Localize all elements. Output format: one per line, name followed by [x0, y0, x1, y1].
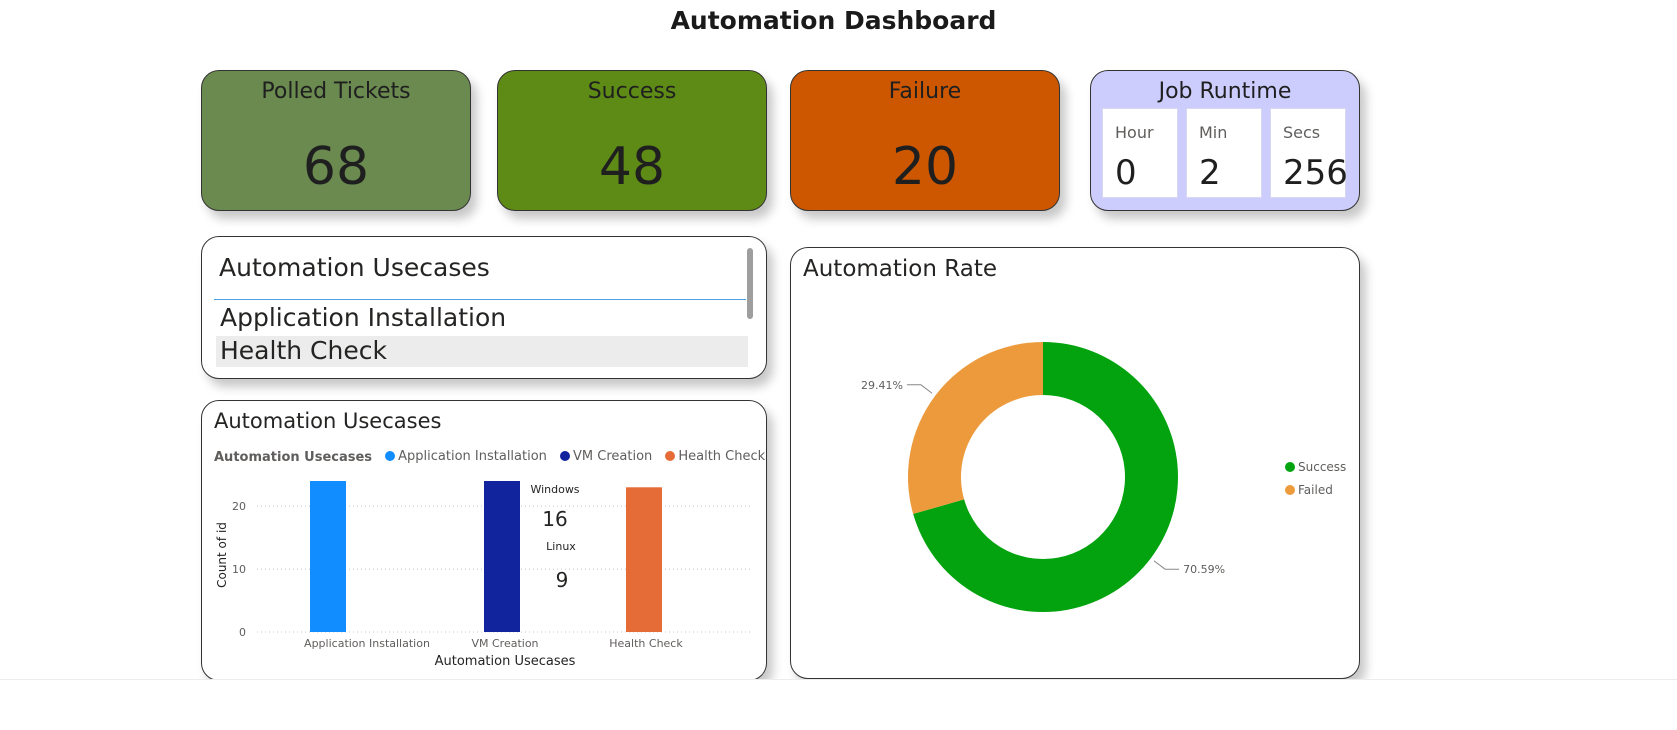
runtime-secs-cell: Secs 256 — [1270, 108, 1348, 198]
donut-data-label: 29.41% — [861, 379, 903, 392]
bar-annotation-windows-value: 16 — [542, 507, 567, 531]
bar-application-installation[interactable] — [310, 481, 346, 632]
automation-rate-donut: 70.59% 29.41% Success Failed — [861, 342, 1346, 612]
runtime-secs-label: Secs — [1283, 123, 1321, 142]
donut-data-label: 70.59% — [1183, 563, 1225, 576]
y-axis-label: Count of id — [215, 522, 229, 588]
bar-annotation-linux-label: Linux — [546, 540, 576, 553]
page-title: Automation Dashboard — [670, 6, 997, 35]
failure-label: Failure — [888, 79, 962, 104]
polled-tickets-label: Polled Tickets — [261, 79, 411, 104]
y-tick-label: 20 — [232, 500, 246, 513]
legend-dot-icon — [1285, 462, 1295, 472]
runtime-min-cell: Min 2 — [1186, 108, 1262, 198]
donut-legend-failed: Failed — [1298, 483, 1333, 497]
page-bottom-strip — [0, 679, 1677, 730]
job-runtime-card[interactable]: Job Runtime Hour 0 Min 2 Secs 256 — [1090, 70, 1360, 211]
bar-chart: Windows 16 Linux 9 Automation Usecases C… — [215, 481, 752, 669]
polled-tickets-value: 68 — [302, 137, 370, 197]
donut-leader-line — [1153, 560, 1180, 570]
slicer-item-health-check[interactable]: Health Check — [216, 336, 748, 367]
success-value: 48 — [598, 137, 666, 197]
x-tick-label: Health Check — [609, 637, 683, 650]
bar-health-check[interactable] — [626, 487, 662, 632]
runtime-hour-cell: Hour 0 — [1102, 108, 1178, 198]
x-tick-label: Application Installation — [304, 637, 430, 650]
failure-value: 20 — [891, 137, 959, 197]
slicer-item-application-installation[interactable]: Application Installation — [216, 303, 748, 337]
success-card[interactable]: Success 48 — [497, 70, 767, 211]
x-axis-label: Automation Usecases — [435, 654, 576, 669]
runtime-secs-value: 256 — [1283, 153, 1348, 193]
slicer-divider — [214, 299, 746, 300]
donut-legend-success: Success — [1298, 460, 1346, 474]
runtime-min-value: 2 — [1199, 153, 1221, 193]
bar-annotation-linux-value: 9 — [556, 568, 569, 592]
y-tick-label: 0 — [239, 626, 246, 639]
success-label: Success — [587, 79, 677, 104]
donut-leader-line — [906, 384, 933, 394]
slicer-scrollbar[interactable] — [747, 248, 753, 319]
y-tick-label: 10 — [232, 563, 246, 576]
bar-annotation-windows-label: Windows — [530, 483, 579, 496]
legend-dot-icon — [1285, 485, 1295, 495]
donut-slice-failed[interactable] — [908, 342, 1043, 514]
x-tick-label: VM Creation — [471, 637, 538, 650]
runtime-hour-value: 0 — [1115, 153, 1137, 193]
usecase-bar-chart-panel: Automation Usecases Automation Usecases … — [201, 400, 767, 681]
automation-rate-panel: Automation Rate 70.59% 29.41% Success Faile… — [790, 247, 1360, 679]
polled-tickets-card[interactable]: Polled Tickets 68 — [201, 70, 471, 211]
usecase-slicer: Automation Usecases Application Installa… — [201, 236, 767, 379]
runtime-hour-label: Hour — [1115, 123, 1154, 142]
bar-vm-creation[interactable] — [484, 481, 520, 632]
runtime-min-label: Min — [1199, 123, 1228, 142]
job-runtime-title: Job Runtime — [1158, 79, 1292, 104]
slicer-title: Automation Usecases — [219, 253, 490, 282]
failure-card[interactable]: Failure 20 — [790, 70, 1060, 211]
